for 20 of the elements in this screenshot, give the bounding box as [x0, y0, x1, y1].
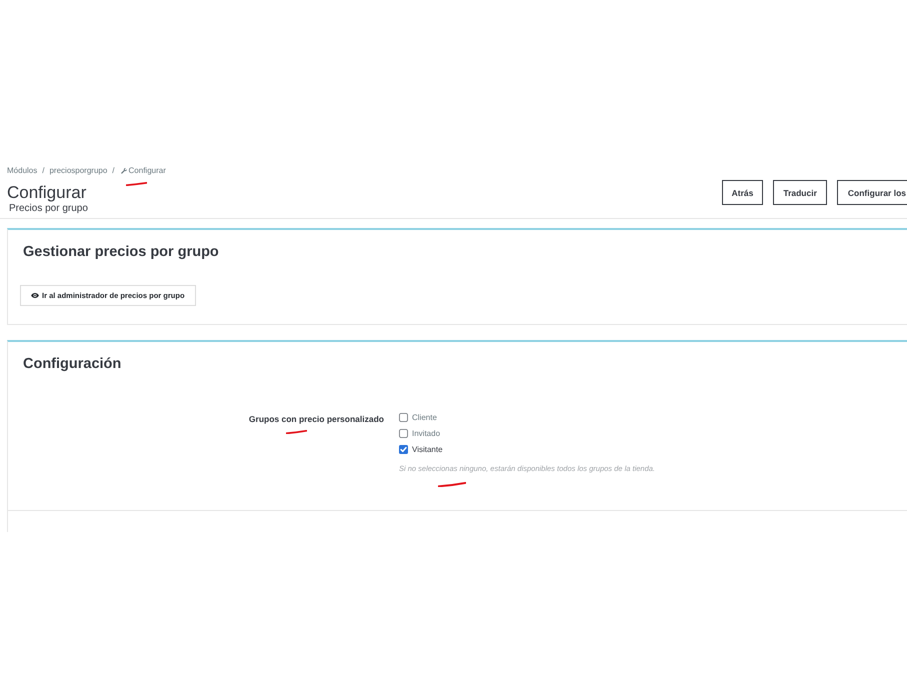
toolbar-button[interactable]: Configurar los [836, 180, 907, 205]
breadcrumb-separator: / [112, 165, 115, 177]
panel-heading: Gestionar precios por grupo [23, 243, 219, 262]
page-subtitle: Precios por grupo [9, 203, 88, 215]
checkbox[interactable] [399, 428, 408, 438]
eye-icon [31, 293, 39, 298]
breadcrumb-link[interactable]: Módulos [7, 165, 38, 177]
breadcrumb-link[interactable]: preciosporgrupo [49, 165, 108, 177]
checkbox-label[interactable]: Visitante [412, 444, 443, 454]
page-title: Configurar [7, 183, 86, 203]
breadcrumb-current: Configurar [120, 165, 166, 177]
field-label: Grupos con precio personalizado [248, 414, 384, 424]
toolbar-button[interactable]: Atrás [722, 180, 764, 205]
checkbox-label[interactable]: Cliente [412, 412, 437, 422]
panel-heading: Configuración [23, 355, 122, 374]
checkbox[interactable] [399, 412, 408, 422]
breadcrumb-separator: / [42, 165, 44, 177]
toolbar-button[interactable]: Traducir [773, 180, 827, 205]
checkbox-label[interactable]: Invitado [412, 428, 440, 438]
wrench-icon [120, 168, 127, 174]
